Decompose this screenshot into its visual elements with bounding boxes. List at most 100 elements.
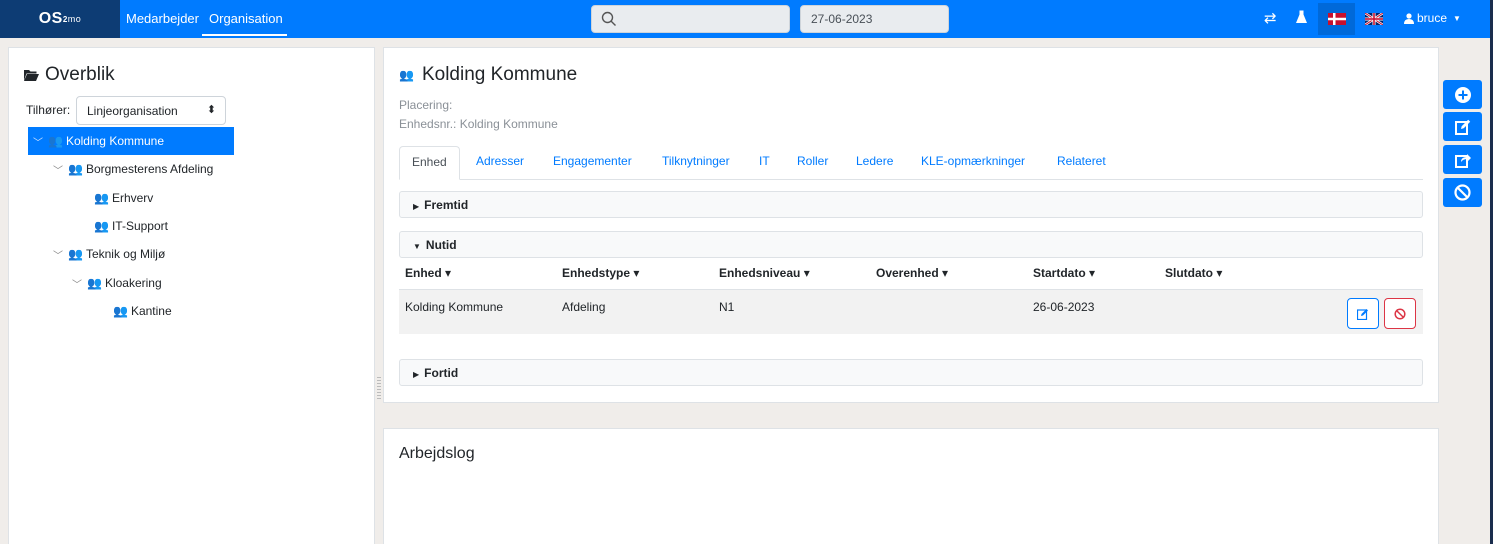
section-fremtid-label: Fremtid: [424, 198, 469, 212]
users-icon: 👥: [113, 304, 128, 318]
tree-item-label: Kantine: [130, 304, 172, 318]
column-header-enhedstype[interactable]: Enhedstype ▾: [562, 266, 639, 280]
worklog-card: Arbejdslog: [383, 428, 1439, 544]
users-icon: 👥: [48, 134, 63, 148]
column-header-enhedsniveau[interactable]: Enhedsniveau ▾: [719, 266, 810, 280]
flask-icon[interactable]: [1296, 10, 1307, 29]
tree-item-teknik-og-miljo[interactable]: ﹀ 👥 Teknik og Miljø: [48, 240, 165, 268]
tab-roller[interactable]: Roller: [797, 154, 828, 168]
chevron-down-icon: ﹀: [33, 137, 43, 149]
tab-tilknytninger[interactable]: Tilknytninger: [662, 154, 730, 168]
section-fortid-label: Fortid: [424, 366, 459, 380]
tab-enhed[interactable]: Enhed: [399, 146, 460, 180]
tree-item-label: Borgmesterens Afdeling: [85, 162, 214, 176]
create-unit-button[interactable]: [1443, 80, 1482, 109]
users-icon: 👥: [87, 276, 102, 290]
users-icon: 👥: [94, 191, 109, 205]
chevron-down-icon: ﹀: [72, 279, 82, 291]
switch-icon[interactable]: ⇄: [1264, 10, 1277, 28]
tree-item-label: Teknik og Miljø: [85, 247, 166, 261]
app-logo[interactable]: OS 2 mo: [0, 0, 120, 38]
flag-dk-icon: [1328, 13, 1346, 25]
unit-tabs: Enhed Adresser Engagementer Tilknytninge…: [399, 146, 1423, 180]
table-row: [399, 290, 1423, 334]
tree-item-label: Erhverv: [111, 191, 154, 205]
active-nav-indicator: [202, 34, 287, 36]
search-input[interactable]: [591, 5, 790, 33]
tab-it[interactable]: IT: [759, 154, 770, 168]
users-icon: 👥: [399, 68, 414, 82]
cell-startdato: 26-06-2023: [1033, 300, 1095, 314]
section-fremtid[interactable]: ▶ Fremtid: [399, 191, 1423, 218]
flag-uk-icon[interactable]: [1365, 13, 1383, 25]
user-menu[interactable]: bruce ▼: [1404, 11, 1461, 25]
worklog-title: Arbejdslog: [399, 445, 475, 462]
user-icon: [1404, 12, 1414, 24]
language-da-button[interactable]: [1318, 3, 1355, 35]
users-icon: 👥: [94, 219, 109, 233]
users-icon: 👥: [68, 162, 83, 176]
overview-title-text: Overblik: [45, 64, 115, 85]
tree-item-borgmesterens-afdeling[interactable]: ﹀ 👥 Borgmesterens Afdeling: [48, 155, 213, 183]
section-nutid-label: Nutid: [425, 238, 457, 252]
edit-icon: [1454, 119, 1470, 135]
nav-link-organisation[interactable]: Organisation: [209, 11, 283, 26]
column-header-enhed[interactable]: Enhed ▾: [405, 266, 451, 280]
terminate-unit-button[interactable]: [1443, 178, 1482, 207]
caret-right-icon: ▶: [413, 370, 420, 379]
unit-title-text: Kolding Kommune: [421, 64, 578, 85]
tab-kle-opmaerkninger[interactable]: KLE-opmærkninger: [921, 154, 1025, 168]
plus-circle-icon: [1454, 86, 1471, 103]
unit-number-label: Enhedsnr.: Kolding Kommune: [399, 117, 558, 131]
tree-item-kloakering[interactable]: ﹀ 👥 Kloakering: [67, 269, 162, 297]
tree-item-kantine[interactable]: 👥 Kantine: [113, 297, 172, 325]
top-navbar: OS 2 mo Medarbejder Organisation 27-06-202…: [0, 0, 1493, 38]
tab-engagementer[interactable]: Engagementer: [553, 154, 632, 168]
date-picker[interactable]: 27-06-2023: [800, 5, 949, 33]
overview-panel: Overblik Tilhører: Linjeorganisation ⬍ ﹀…: [8, 47, 375, 544]
folder-open-icon: [24, 70, 39, 81]
unit-details-card: 👥 Kolding Kommune Placering: Enhedsnr.: …: [383, 47, 1439, 403]
ban-icon: [1454, 184, 1471, 201]
share-icon: [1454, 153, 1471, 168]
column-header-startdato[interactable]: Startdato ▾: [1033, 266, 1095, 280]
column-header-overenhed[interactable]: Overenhed ▾: [876, 266, 948, 280]
unit-title: 👥 Kolding Kommune: [399, 64, 577, 86]
move-unit-button[interactable]: [1443, 145, 1482, 174]
tree-item-kolding-kommune[interactable]: ﹀ 👥 Kolding Kommune: [28, 127, 234, 155]
tab-ledere[interactable]: Ledere: [856, 154, 893, 168]
belongs-select[interactable]: Linjeorganisation ⬍: [76, 96, 226, 125]
belongs-select-value: Linjeorganisation: [87, 104, 178, 118]
search-icon: [601, 11, 616, 26]
placement-label: Placering:: [399, 98, 453, 112]
tree-item-label: IT-Support: [111, 219, 168, 233]
belongs-label: Tilhører:: [26, 103, 71, 117]
tree-item-erhverv[interactable]: 👥 Erhverv: [94, 184, 153, 212]
row-edit-button[interactable]: [1347, 298, 1379, 329]
section-fortid[interactable]: ▶ Fortid: [399, 359, 1423, 386]
rename-unit-button[interactable]: [1443, 112, 1482, 141]
caret-right-icon: ▶: [413, 202, 420, 211]
caret-down-icon: ▼: [1453, 13, 1461, 23]
tree-item-label: Kolding Kommune: [65, 134, 165, 148]
logo-main: OS: [38, 10, 63, 27]
user-name: bruce: [1417, 11, 1448, 25]
logo-sub: mo: [67, 14, 82, 24]
tree-item-it-support[interactable]: 👥 IT-Support: [94, 212, 168, 240]
nav-link-medarbejder[interactable]: Medarbejder: [126, 11, 199, 26]
users-icon: 👥: [68, 247, 83, 261]
overview-title: Overblik: [24, 64, 115, 86]
panel-splitter-handle[interactable]: [377, 377, 381, 401]
ban-icon: [1394, 307, 1406, 320]
tree-item-label: Kloakering: [104, 276, 162, 290]
section-nutid[interactable]: ▼ Nutid: [399, 231, 1423, 258]
tab-adresser[interactable]: Adresser: [476, 154, 524, 168]
select-arrows-icon: ⬍: [206, 104, 216, 116]
caret-down-icon: ▼: [413, 242, 421, 251]
tab-relateret[interactable]: Relateret: [1057, 154, 1106, 168]
chevron-down-icon: ﹀: [53, 165, 63, 177]
cell-enhedstype: Afdeling: [562, 300, 606, 314]
column-header-slutdato[interactable]: Slutdato ▾: [1165, 266, 1222, 280]
cell-enhedsniveau: N1: [719, 300, 735, 314]
row-terminate-button[interactable]: [1384, 298, 1416, 329]
